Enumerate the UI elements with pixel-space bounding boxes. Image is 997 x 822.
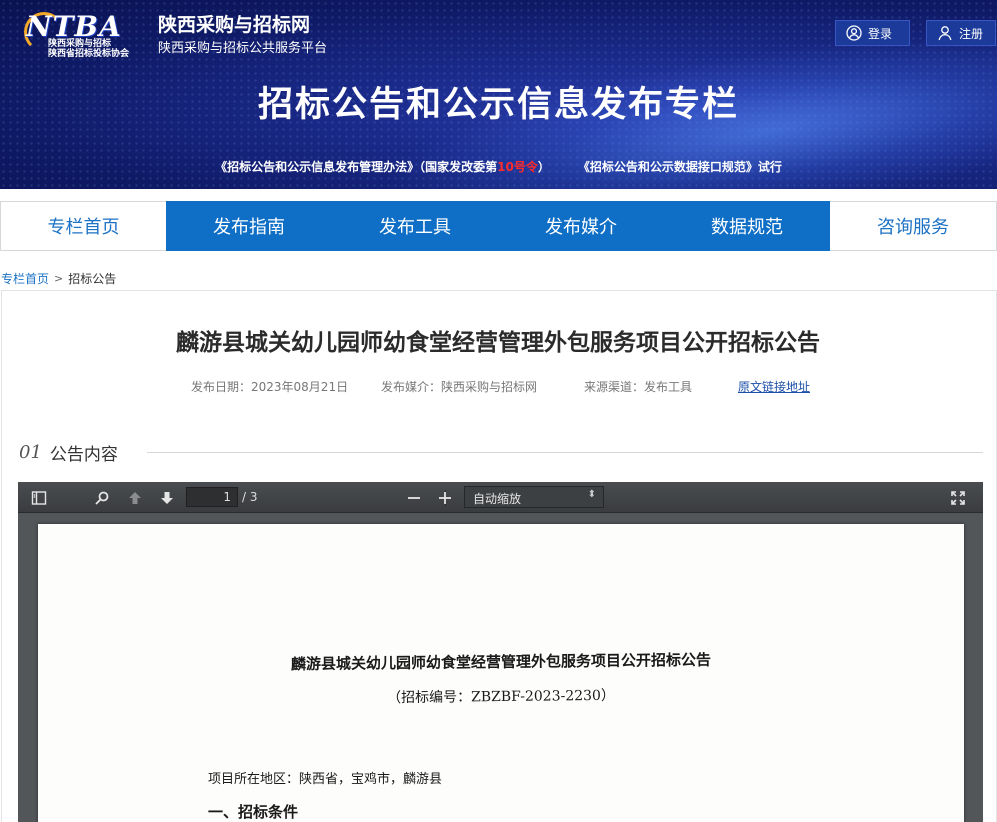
document-title: 麟游县城关幼儿园师幼食堂经营管理外包服务项目公开招标公告 [290,650,712,674]
section-label: 公告内容 [49,445,118,465]
notice-regulation-link[interactable]: 《招标公告和公示信息发布管理办法》（国家发改委第10号令） [215,160,550,174]
nav-item-tools[interactable]: 发布工具 [332,201,498,251]
publish-date: 发布日期：2023年08月21日 [191,380,349,394]
nav-item-data-spec[interactable]: 数据规范 [664,201,830,251]
sidebar-toggle-icon[interactable] [30,489,48,507]
nav-item-home[interactable]: 专栏首页 [0,201,166,251]
search-icon[interactable] [93,489,111,507]
previous-page-icon[interactable] [126,489,144,507]
article-title: 麟游县城关幼儿园师幼食堂经营管理外包服务项目公开招标公告 [176,330,820,356]
section-header: 01 公告内容 [19,440,118,465]
breadcrumb: 专栏首页 > 招标公告 [1,270,116,287]
zoom-select[interactable]: 自动缩放 ⬍ [464,486,604,508]
nav-item-media[interactable]: 发布媒介 [498,201,664,251]
page-total: / 3 [242,490,258,504]
main-nav: 专栏首页 发布指南 发布工具 发布媒介 数据规范 咨询服务 [0,201,997,251]
register-button[interactable]: 注册 [926,20,996,46]
original-link[interactable]: 原文链接地址 [738,378,810,395]
breadcrumb-current: 招标公告 [68,272,117,286]
notice-text-1: 《招标公告和公示信息发布管理办法》（国家发改委第 [215,160,498,174]
fullscreen-icon[interactable] [949,489,967,507]
document-code: （招标编号：ZBZBF-2023-2230） [387,687,616,707]
section-number: 01 [19,442,42,463]
pdf-toolbar: 1 / 3 自动缩放 ⬍ [18,482,983,513]
notice-text-2: ） [537,160,550,174]
nav-item-consulting[interactable]: 咨询服务 [830,201,997,251]
next-page-icon[interactable] [158,489,176,507]
document-section-heading: 一、招标条件 [208,803,299,821]
breadcrumb-home[interactable]: 专栏首页 [1,270,49,287]
zoom-in-icon[interactable] [436,489,454,507]
site-logo[interactable]: NTBA 陕西采购与招标 陕西省招标投标协会 [22,8,152,59]
login-button[interactable]: 登录 [835,20,910,46]
banner-notice: 《招标公告和公示信息发布管理办法》（国家发改委第10号令） 《招标公告和公示数据接… [0,158,997,175]
pdf-viewer[interactable]: 1 / 3 自动缩放 ⬍ 麟游县城关幼儿园师幼食堂经营管理外包服务项目公开招标公… [18,482,983,822]
breadcrumb-separator-icon: > [54,272,64,285]
user-circle-icon [846,25,862,41]
register-label: 注册 [959,26,984,41]
notice-spec-link[interactable]: 《招标公告和公示数据接口规范》试行 [578,160,782,174]
source-channel: 来源渠道：发布工具 [584,380,693,394]
user-icon [938,26,952,41]
publish-media: 发布媒介：陕西采购与招标网 [381,380,538,394]
site-name[interactable]: 陕西采购与招标网 [158,10,310,37]
banner-title: 招标公告和公示信息发布专栏 [257,85,739,125]
pdf-page: 麟游县城关幼儿园师幼食堂经营管理外包服务项目公开招标公告 （招标编号：ZBZBF… [38,524,964,822]
page-number-input[interactable]: 1 [186,487,238,507]
nav-item-guide[interactable]: 发布指南 [166,201,332,251]
section-divider [147,452,983,453]
document-region: 项目所在地区：陕西省，宝鸡市，麟游县 [208,772,443,787]
site-subtitle: 陕西采购与招标公共服务平台 [158,41,328,56]
logo-assoc-line2: 陕西省招标投标协会 [48,49,130,59]
select-arrows-icon: ⬍ [587,489,596,500]
notice-highlight: 10号令 [497,160,538,174]
logo-assoc-line1: 陕西采购与招标 [48,39,112,49]
login-label: 登录 [868,26,893,41]
zoom-out-icon[interactable] [405,489,423,507]
logo-association: 陕西采购与招标 陕西省招标投标协会 [48,39,129,59]
zoom-value: 自动缩放 [473,492,522,506]
header-banner: NTBA 陕西采购与招标 陕西省招标投标协会 陕西采购与招标网 陕西采购与招标公… [0,0,997,189]
